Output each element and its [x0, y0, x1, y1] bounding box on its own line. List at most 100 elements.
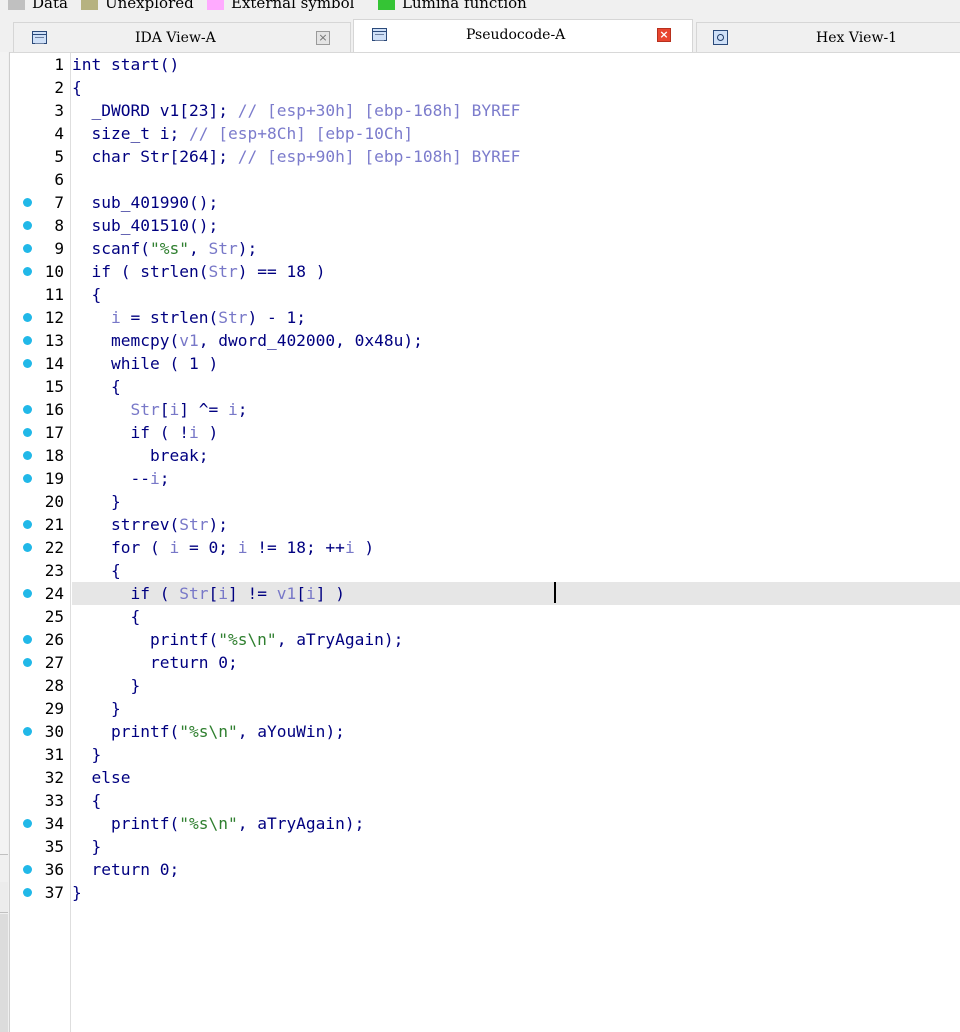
code-line[interactable]: { — [72, 76, 960, 99]
line-number: 13 — [44, 331, 64, 350]
line-number: 25 — [44, 607, 64, 626]
breakpoint-dot-icon[interactable] — [23, 244, 32, 253]
code-line[interactable]: { — [72, 789, 960, 812]
code-line[interactable]: i = strlen(Str) - 1; — [72, 306, 960, 329]
breakpoint-dot-icon[interactable] — [23, 635, 32, 644]
code-line[interactable]: Str[i] ^= i; — [72, 398, 960, 421]
tab-pseudocode-a[interactable]: Pseudocode-A × — [353, 19, 693, 52]
code-line[interactable]: strrev(Str); — [72, 513, 960, 536]
line-number: 18 — [44, 446, 64, 465]
code-line[interactable]: --i; — [72, 467, 960, 490]
code-line[interactable]: { — [72, 559, 960, 582]
legend-swatch-data — [8, 0, 25, 10]
breakpoint-dot-icon[interactable] — [23, 359, 32, 368]
code-line[interactable]: { — [72, 283, 960, 306]
legend-label-lumina-function: Lumina function — [402, 0, 527, 12]
tab-label-ida-view-a: IDA View-A — [135, 30, 216, 46]
line-number: 17 — [44, 423, 64, 442]
code-line[interactable]: } — [72, 835, 960, 858]
code-line[interactable]: break; — [72, 444, 960, 467]
legend-item-unexplored: Unexplored — [81, 0, 194, 13]
code-line-text: printf("%s\n", aTryAgain); — [149, 630, 404, 649]
line-number: 9 — [54, 239, 64, 258]
close-icon[interactable]: × — [657, 28, 671, 42]
strip-segment — [0, 52, 8, 855]
code-line-text: { — [72, 285, 102, 304]
code-line-text: sub_401990(); — [91, 193, 219, 212]
code-line[interactable]: { — [72, 605, 960, 628]
code-line[interactable]: } — [72, 881, 960, 904]
code-line-text: { — [72, 78, 82, 97]
code-line[interactable]: if ( !i ) — [72, 421, 960, 444]
breakpoint-dot-icon[interactable] — [23, 543, 32, 552]
code-line[interactable]: if ( Str[i] != v1[i] ) — [72, 582, 960, 605]
code-line[interactable]: return 0; — [72, 858, 960, 881]
breakpoint-dot-icon[interactable] — [23, 451, 32, 460]
legend-bar: Data Unexplored External symbol Lumina f… — [0, 0, 960, 16]
code-line[interactable]: else — [72, 766, 960, 789]
code-line[interactable]: } — [72, 697, 960, 720]
left-side-strip[interactable] — [0, 52, 10, 1032]
code-line-text: return 0; — [91, 860, 180, 879]
tab-label-pseudocode-a: Pseudocode-A — [466, 27, 566, 43]
code-line[interactable]: { — [72, 375, 960, 398]
breakpoint-dot-icon[interactable] — [23, 428, 32, 437]
tab-ida-view-a[interactable]: IDA View-A × — [13, 22, 351, 52]
line-number-gutter[interactable]: 1 2 3 4 5 6 7 8 9 10 11 12 13 14 15 16 17 18 19 20 21 22 23 24 2… — [10, 53, 70, 1032]
code-line[interactable]: } — [72, 674, 960, 697]
code-line-text: char Str[264]; // [esp+90h] [ebp-108h] B… — [91, 147, 521, 166]
code-line[interactable]: sub_401990(); — [72, 191, 960, 214]
code-line[interactable]: printf("%s\n", aTryAgain); — [72, 628, 960, 651]
breakpoint-dot-icon[interactable] — [23, 336, 32, 345]
code-line[interactable]: return 0; — [72, 651, 960, 674]
breakpoint-dot-icon[interactable] — [23, 198, 32, 207]
breakpoint-dot-icon[interactable] — [23, 865, 32, 874]
code-line-text: sub_401510(); — [91, 216, 219, 235]
breakpoint-dot-icon[interactable] — [23, 267, 32, 276]
code-line-text: } — [72, 883, 82, 902]
line-number: 12 — [44, 308, 64, 327]
breakpoint-dot-icon[interactable] — [23, 520, 32, 529]
code-area[interactable]: int start() { _DWORD v1[23]; // [esp+30h]… — [72, 53, 960, 1032]
listing-icon — [32, 31, 47, 44]
legend-item-data: Data — [8, 0, 68, 13]
code-line-text: if ( Str[i] != v1[i] ) — [130, 584, 345, 603]
legend-swatch-lumina-function — [378, 0, 395, 10]
code-line[interactable]: for ( i = 0; i != 18; ++i ) — [72, 536, 960, 559]
code-line-text: if ( !i ) — [130, 423, 219, 442]
code-line[interactable]: } — [72, 490, 960, 513]
code-line-text: for ( i = 0; i != 18; ++i ) — [110, 538, 375, 557]
gutter-separator — [70, 53, 71, 1032]
pseudocode-editor[interactable]: 1 2 3 4 5 6 7 8 9 10 11 12 13 14 15 16 17 18 19 20 21 22 23 24 2… — [10, 53, 960, 1032]
code-line[interactable]: size_t i; // [esp+8Ch] [ebp-10Ch] — [72, 122, 960, 145]
line-number: 35 — [44, 837, 64, 856]
code-line-text: { — [72, 377, 121, 396]
breakpoint-dot-icon[interactable] — [23, 221, 32, 230]
breakpoint-dot-icon[interactable] — [23, 658, 32, 667]
breakpoint-dot-icon[interactable] — [23, 313, 32, 322]
code-line-text: } — [72, 492, 121, 511]
code-line[interactable]: } — [72, 743, 960, 766]
breakpoint-dot-icon[interactable] — [23, 474, 32, 483]
code-line[interactable] — [72, 168, 960, 191]
tab-hex-view-1[interactable]: Hex View-1 — [696, 22, 960, 52]
breakpoint-dot-icon[interactable] — [23, 727, 32, 736]
line-number: 27 — [44, 653, 64, 672]
code-line[interactable]: printf("%s\n", aTryAgain); — [72, 812, 960, 835]
code-line[interactable]: scanf("%s", Str); — [72, 237, 960, 260]
code-line[interactable]: _DWORD v1[23]; // [esp+30h] [ebp-168h] B… — [72, 99, 960, 122]
code-line[interactable]: int start() — [72, 53, 960, 76]
breakpoint-dot-icon[interactable] — [23, 819, 32, 828]
code-line-text: { — [72, 561, 121, 580]
close-icon[interactable]: × — [316, 31, 330, 45]
code-line[interactable]: memcpy(v1, dword_402000, 0x48u); — [72, 329, 960, 352]
code-line[interactable]: sub_401510(); — [72, 214, 960, 237]
breakpoint-dot-icon[interactable] — [23, 405, 32, 414]
hex-icon — [713, 30, 728, 45]
code-line[interactable]: printf("%s\n", aYouWin); — [72, 720, 960, 743]
code-line[interactable]: while ( 1 ) — [72, 352, 960, 375]
breakpoint-dot-icon[interactable] — [23, 589, 32, 598]
breakpoint-dot-icon[interactable] — [23, 888, 32, 897]
code-line[interactable]: if ( strlen(Str) == 18 ) — [72, 260, 960, 283]
code-line[interactable]: char Str[264]; // [esp+90h] [ebp-108h] B… — [72, 145, 960, 168]
